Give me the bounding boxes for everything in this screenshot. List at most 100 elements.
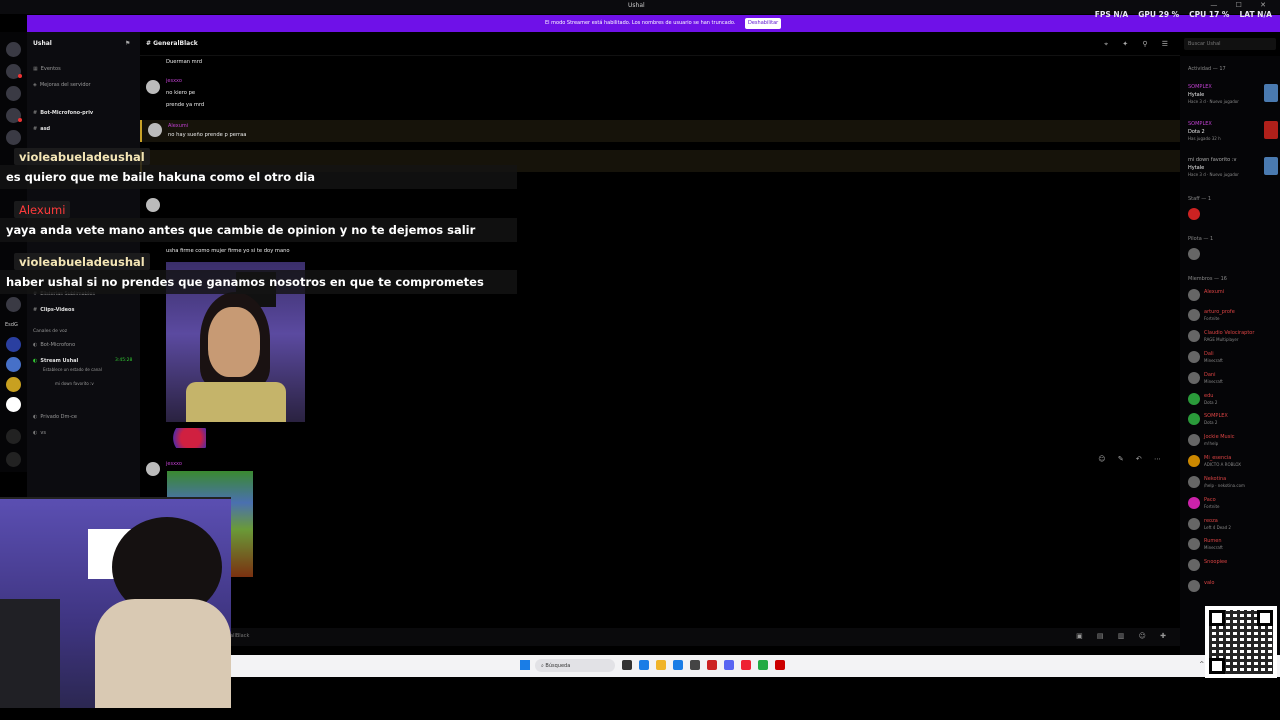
avatar[interactable] — [146, 198, 160, 212]
server-icon[interactable] — [6, 397, 21, 412]
channel-privado[interactable]: ◐ Privado Dm-ce — [33, 414, 77, 420]
server-icon[interactable] — [6, 130, 21, 145]
server-icon[interactable] — [6, 429, 21, 444]
discover-icon[interactable] — [6, 452, 21, 467]
header-actions[interactable]: ⌖ ✦ ⚲ ☰ — [1104, 40, 1174, 49]
avatar — [1188, 580, 1200, 592]
message: jesxxo ☺ ✎ ↶ ⋯ — [140, 455, 1180, 484]
avatar — [1188, 372, 1200, 384]
steam-icon[interactable] — [690, 660, 700, 670]
screen: Ushal — ☐ ✕ El modo Streamer está habili… — [0, 0, 1280, 720]
taskbar-search[interactable]: ⌕ Búsqueda — [535, 659, 615, 672]
server-icon[interactable] — [6, 86, 21, 101]
channel-eventos[interactable]: ▦ Eventos — [33, 66, 61, 72]
server-abbrev[interactable]: EsdG — [5, 322, 18, 328]
avatar[interactable] — [146, 80, 160, 94]
message-input-placeholder: allBlack — [230, 633, 250, 639]
edge-icon[interactable] — [639, 660, 649, 670]
webcam-person-hoodie — [95, 599, 231, 708]
calendar-icon: ▦ — [33, 66, 38, 72]
obs-icon[interactable] — [775, 660, 785, 670]
avatar — [1188, 413, 1200, 425]
speaker-icon: ◐ — [33, 358, 38, 364]
server-icon[interactable] — [6, 357, 21, 372]
message-input[interactable]: allBlack ▣ ▤ ▥ ☺ ✚ — [140, 628, 1180, 646]
message: usha firme como mujer firme yo si te doy… — [166, 248, 290, 254]
avatar — [1188, 393, 1200, 405]
invite-icon[interactable]: ⚑ — [125, 40, 130, 47]
channel-clips-videos[interactable]: # Clips-Videos — [33, 307, 74, 313]
avatar — [1188, 434, 1200, 446]
hash-icon: # — [33, 307, 38, 313]
overlay-chat-message: yaya anda vete mano antes que cambie de … — [0, 218, 517, 242]
message: Duerman mrd — [166, 59, 203, 65]
stream-timer: 3:45:28 — [115, 358, 133, 363]
avatar — [1188, 309, 1200, 321]
gpu-readout: GPU 29 % — [1138, 10, 1180, 19]
member-list: Actividad — 17 SOMPLEX Hytale Hace 3 d ·… — [1180, 56, 1280, 656]
category-voice[interactable]: Canales de voz — [33, 329, 67, 334]
folder-icon[interactable] — [656, 660, 666, 670]
window-titlebar: Ushal — ☐ ✕ — [0, 0, 1280, 14]
avatar[interactable] — [146, 462, 160, 476]
opera-icon[interactable] — [741, 660, 751, 670]
avatar — [1188, 330, 1200, 342]
avatar — [1188, 208, 1200, 220]
activity-card[interactable]: mi down favorito :v Hytale Hace 3 d · Nu… — [1188, 157, 1278, 181]
activity-card[interactable]: SOMPLEX Hytale Hace 3 d · Nuevo jugador — [1188, 84, 1278, 108]
server-icon[interactable] — [6, 42, 21, 57]
speaker-icon: ◐ — [33, 342, 38, 348]
brave-icon[interactable] — [707, 660, 717, 670]
hash-icon: # — [33, 126, 38, 132]
speaker-icon: ◐ — [33, 430, 38, 436]
avatar — [1188, 351, 1200, 363]
channel-bot-microfono[interactable]: ◐ Bot-Microfono — [33, 342, 75, 348]
server-name[interactable]: Ushal — [33, 40, 52, 47]
channel-vs[interactable]: ◐ vs — [33, 430, 46, 436]
channel-mejoras[interactable]: ◈ Mejoras del servidor — [33, 82, 91, 88]
window-title: Ushal — [628, 2, 645, 9]
overlay-chat-username: violeabueladeushal — [14, 253, 150, 270]
app-icon[interactable] — [758, 660, 768, 670]
game-thumbnail — [1264, 84, 1278, 102]
members-header: Miembros — 16 — [1188, 276, 1227, 282]
overlay-chat-username: Alexumi — [14, 201, 71, 218]
photo-shirt — [186, 382, 286, 422]
search-input[interactable]: Buscar Ushal — [1184, 38, 1276, 50]
message-actions[interactable]: ☺ ✎ ↶ ⋯ — [1098, 455, 1166, 463]
disable-streamer-button[interactable]: Deshabilitar — [745, 18, 782, 29]
windows-start-icon[interactable] — [520, 660, 530, 670]
performance-overlay: FPS N/A GPU 29 % CPU 17 % LAT N/A — [1095, 10, 1272, 19]
channel-bot-microfono-priv[interactable]: # Bot-Microfono-priv — [33, 110, 93, 116]
webcam-feed — [0, 497, 231, 708]
task-view-icon[interactable] — [622, 660, 632, 670]
message-highlighted: Alexumi no hay sueño prende p perraa — [140, 120, 1180, 142]
server-icon[interactable] — [6, 377, 21, 392]
server-icon[interactable] — [6, 337, 21, 352]
channel-status[interactable]: Establece un estado de canal — [43, 367, 102, 372]
photo-face — [208, 307, 260, 377]
window-controls[interactable]: — ☐ ✕ — [1210, 1, 1274, 9]
latency-readout: LAT N/A — [1239, 10, 1272, 19]
channel-asd[interactable]: # asd — [33, 126, 50, 132]
avatar — [1188, 455, 1200, 467]
webcam-chair — [0, 599, 60, 708]
voice-user[interactable]: mi down favorito :v — [55, 381, 94, 386]
channel-header: # GeneralBlack ⌖ ✦ ⚲ ☰ — [140, 32, 1180, 56]
server-icon[interactable] — [6, 297, 21, 312]
streamer-mode-banner: El modo Streamer está habilitado. Los no… — [27, 15, 1280, 32]
pilota-header: Pilota — 1 — [1188, 236, 1214, 242]
staff-header: Staff — 1 — [1188, 196, 1212, 202]
boost-icon: ◈ — [33, 82, 37, 88]
activity-card[interactable]: SOMPLEX Dota 2 Has jugado 32 h — [1188, 121, 1278, 145]
channel-stream-ushal[interactable]: ◐ Stream Ushal — [33, 358, 78, 364]
qr-code — [1205, 606, 1277, 678]
discord-icon[interactable] — [724, 660, 734, 670]
avatar[interactable] — [148, 123, 162, 137]
qr-finder — [1257, 610, 1273, 626]
channel-title: # GeneralBlack — [146, 40, 198, 47]
sticker[interactable] — [168, 428, 206, 448]
input-tools[interactable]: ▣ ▤ ▥ ☺ ✚ — [1076, 632, 1172, 640]
avatar — [1188, 559, 1200, 571]
store-icon[interactable] — [673, 660, 683, 670]
